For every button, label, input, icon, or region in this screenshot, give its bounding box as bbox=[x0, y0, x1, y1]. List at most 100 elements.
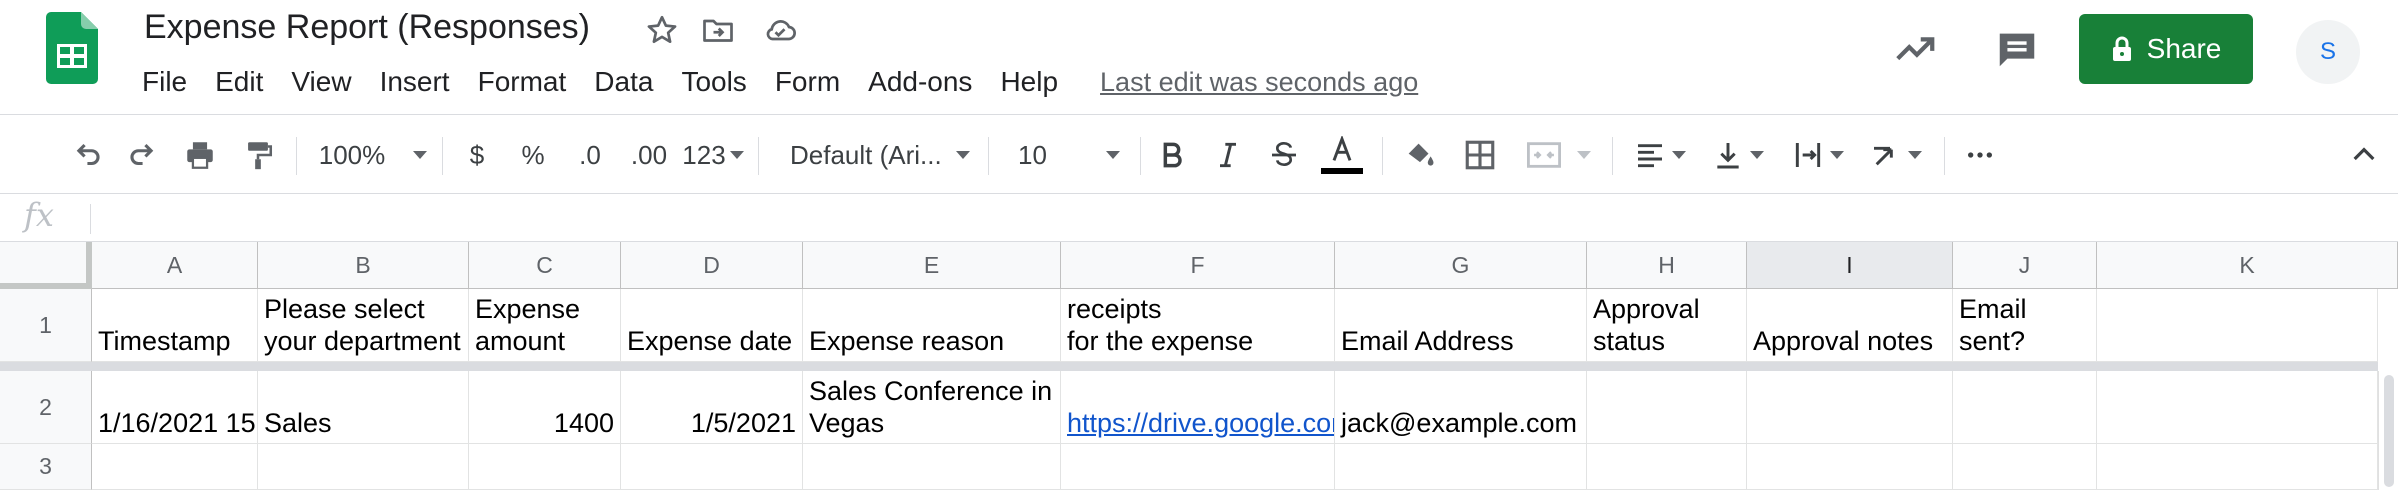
column-header-c[interactable]: C bbox=[469, 242, 621, 289]
zoom-select[interactable]: 100% bbox=[318, 135, 428, 175]
cell-k3[interactable] bbox=[2097, 444, 2378, 490]
text-wrapping-button[interactable] bbox=[1786, 135, 1850, 175]
cell-i3[interactable] bbox=[1747, 444, 1953, 490]
cell-b3[interactable] bbox=[258, 444, 469, 490]
decrease-decimal-button[interactable]: .0 bbox=[570, 135, 610, 175]
cell-j2[interactable] bbox=[1953, 371, 2097, 444]
menu-edit[interactable]: Edit bbox=[201, 66, 277, 98]
user-avatar[interactable]: S bbox=[2296, 20, 2360, 84]
column-header-e[interactable]: E bbox=[803, 242, 1061, 289]
share-button[interactable]: Share bbox=[2079, 14, 2253, 84]
paint-format-button[interactable] bbox=[238, 135, 278, 175]
scrollbar-thumb[interactable] bbox=[2384, 375, 2394, 487]
select-all-corner[interactable] bbox=[0, 242, 92, 289]
row-header-1[interactable]: 1 bbox=[0, 289, 92, 362]
cell-b1[interactable]: Please select your department bbox=[258, 289, 469, 362]
cell-i2[interactable] bbox=[1747, 371, 1953, 444]
menu-data[interactable]: Data bbox=[580, 66, 667, 98]
font-family-select[interactable]: Default (Ari... bbox=[790, 135, 970, 175]
menu-file[interactable]: File bbox=[128, 66, 201, 98]
text-color-button[interactable] bbox=[1320, 135, 1364, 175]
comment-history-icon[interactable] bbox=[1994, 26, 2040, 72]
cell-d3[interactable] bbox=[621, 444, 803, 490]
cell-a3[interactable] bbox=[92, 444, 258, 490]
cell-b2[interactable]: Sales bbox=[258, 371, 469, 444]
text-rotation-button[interactable] bbox=[1864, 135, 1928, 175]
column-header-k[interactable]: K bbox=[2097, 242, 2398, 289]
cell-g3[interactable] bbox=[1335, 444, 1587, 490]
percent-format-button[interactable]: % bbox=[518, 135, 548, 175]
print-button[interactable] bbox=[180, 135, 220, 175]
sheets-logo-icon[interactable] bbox=[46, 12, 98, 84]
redo-button[interactable] bbox=[124, 135, 164, 175]
column-header-i[interactable]: I bbox=[1747, 242, 1953, 289]
column-header-j[interactable]: J bbox=[1953, 242, 2097, 289]
cell-c2[interactable]: 1400 bbox=[469, 371, 621, 444]
row-header-2[interactable]: 2 bbox=[0, 371, 92, 444]
bold-button[interactable] bbox=[1154, 135, 1190, 175]
cell-h1[interactable]: Approval status bbox=[1587, 289, 1747, 362]
cell-e2[interactable]: Sales Conference in Vegas bbox=[803, 371, 1061, 444]
menu-insert[interactable]: Insert bbox=[366, 66, 464, 98]
receipt-link[interactable]: https://drive.google.com bbox=[1067, 407, 1334, 439]
cell-k1[interactable] bbox=[2097, 289, 2378, 362]
menu-help[interactable]: Help bbox=[986, 66, 1072, 98]
cell-j1[interactable]: Email sent? bbox=[1953, 289, 2097, 362]
cell-h2[interactable] bbox=[1587, 371, 1747, 444]
cloud-saved-icon[interactable] bbox=[762, 12, 798, 48]
row-header-3[interactable]: 3 bbox=[0, 444, 92, 490]
menu-tools[interactable]: Tools bbox=[667, 66, 760, 98]
more-options-button[interactable] bbox=[1960, 135, 2000, 175]
cell-c1[interactable]: Expense amount bbox=[469, 289, 621, 362]
chevron-down-icon bbox=[956, 151, 970, 159]
cell-e1[interactable]: Expense reason bbox=[803, 289, 1061, 362]
font-size-select[interactable]: 10 bbox=[1018, 135, 1120, 175]
cell-f1[interactable]: Please attach receipts for the expense bbox=[1061, 289, 1335, 362]
cell-e3[interactable] bbox=[803, 444, 1061, 490]
trending-activity-icon[interactable] bbox=[1892, 26, 1938, 72]
currency-format-button[interactable]: $ bbox=[462, 135, 492, 175]
cell-a1[interactable]: Timestamp bbox=[92, 289, 258, 362]
frozen-row-divider[interactable] bbox=[0, 362, 2378, 371]
formula-input[interactable] bbox=[104, 200, 2374, 236]
italic-button[interactable] bbox=[1210, 135, 1246, 175]
menu-format[interactable]: Format bbox=[464, 66, 581, 98]
cell-f2[interactable]: https://drive.google.com bbox=[1061, 371, 1335, 444]
last-edit-link[interactable]: Last edit was seconds ago bbox=[1100, 67, 1418, 98]
column-header-a[interactable]: A bbox=[92, 242, 258, 289]
increase-decimal-button[interactable]: .00 bbox=[624, 135, 674, 175]
horizontal-align-button[interactable] bbox=[1628, 135, 1692, 175]
fill-color-button[interactable] bbox=[1400, 135, 1440, 175]
column-header-g[interactable]: G bbox=[1335, 242, 1587, 289]
column-header-b[interactable]: B bbox=[258, 242, 469, 289]
cell-g1[interactable]: Email Address bbox=[1335, 289, 1587, 362]
merge-cells-button[interactable] bbox=[1518, 135, 1598, 175]
undo-button[interactable] bbox=[66, 135, 106, 175]
cell-i1[interactable]: Approval notes bbox=[1747, 289, 1953, 362]
menu-form[interactable]: Form bbox=[761, 66, 854, 98]
menu-add-ons[interactable]: Add-ons bbox=[854, 66, 986, 98]
vertical-align-button[interactable] bbox=[1706, 135, 1770, 175]
collapse-menus-button[interactable] bbox=[2346, 135, 2382, 175]
document-title[interactable]: Expense Report (Responses) bbox=[144, 8, 590, 47]
cell-a2[interactable]: 1/16/2021 15: bbox=[92, 371, 258, 444]
column-header-h[interactable]: H bbox=[1587, 242, 1747, 289]
cell-j3[interactable] bbox=[1953, 444, 2097, 490]
redo-icon bbox=[130, 143, 154, 166]
column-header-f[interactable]: F bbox=[1061, 242, 1335, 289]
fx-icon: fx bbox=[24, 196, 54, 234]
cell-c3[interactable] bbox=[469, 444, 621, 490]
strikethrough-button[interactable] bbox=[1266, 135, 1302, 175]
cell-f3[interactable] bbox=[1061, 444, 1335, 490]
cell-h3[interactable] bbox=[1587, 444, 1747, 490]
cell-d2[interactable]: 1/5/2021 bbox=[621, 371, 803, 444]
menu-view[interactable]: View bbox=[277, 66, 365, 98]
column-header-d[interactable]: D bbox=[621, 242, 803, 289]
cell-g2[interactable]: jack@example.com bbox=[1335, 371, 1587, 444]
more-formats-select[interactable]: 123 bbox=[680, 135, 746, 175]
cell-d1[interactable]: Expense date bbox=[621, 289, 803, 362]
move-folder-icon[interactable] bbox=[700, 12, 736, 48]
star-icon[interactable] bbox=[644, 12, 680, 48]
cell-k2[interactable] bbox=[2097, 371, 2378, 444]
borders-button[interactable] bbox=[1460, 135, 1500, 175]
